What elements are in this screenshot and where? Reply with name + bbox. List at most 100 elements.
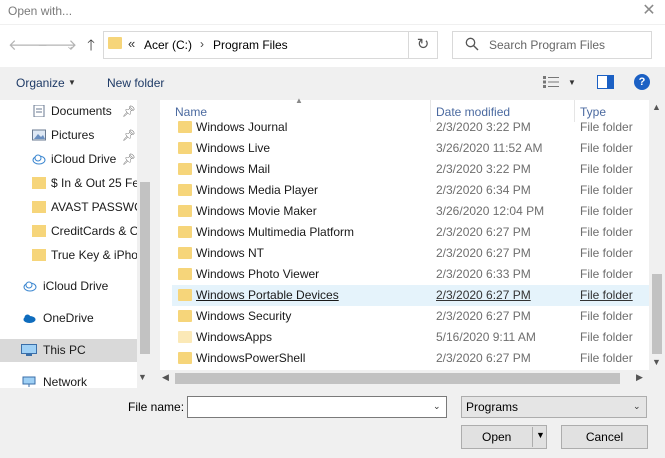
organize-dropdown-icon[interactable]: ▼ (68, 78, 76, 87)
scroll-left-chevron-icon[interactable]: ◀ (162, 372, 169, 383)
file-name: Windows Portable Devices (196, 288, 339, 302)
document-icon (33, 105, 45, 117)
computer-icon (21, 344, 37, 356)
file-date: 3/26/2020 11:52 AM (436, 141, 543, 155)
file-name: WindowsApps (196, 330, 273, 344)
file-name: Windows Live (196, 141, 271, 155)
nav-label: This PC (43, 343, 86, 357)
view-details-icon[interactable] (543, 76, 559, 88)
recent-locations-chevron-down-icon[interactable]: ⌄ (61, 36, 79, 56)
nav-item-true-key[interactable]: True Key & iPho (0, 244, 137, 267)
file-row[interactable]: Windows Journal 2/3/2020 3:22 PM File fo… (172, 117, 649, 138)
file-type-chevron-down-icon[interactable]: ⌄ (633, 401, 641, 412)
file-row-hovered[interactable]: Windows Portable Devices 2/3/2020 6:27 P… (172, 285, 649, 306)
nav-label: Pictures (51, 128, 95, 142)
folder-icon (178, 184, 192, 196)
navigation-pane: Documents 📌︎ Pictures 📌︎ iCloud Drive 📌︎… (0, 100, 153, 388)
file-type: File folder (580, 141, 633, 155)
nav-label: True Key & iPho (51, 248, 137, 262)
address-overflow-chevron[interactable]: « (128, 36, 135, 51)
nav-item-onedrive[interactable]: OneDrive (0, 307, 137, 330)
file-row[interactable]: WindowsPowerShell 2/3/2020 6:27 PM File … (172, 348, 649, 369)
navigation-pane-scroll-thumb[interactable] (140, 182, 150, 354)
nav-item-documents[interactable]: Documents 📌︎ (0, 100, 137, 123)
file-row[interactable]: Windows Mail 2/3/2020 3:22 PM File folde… (172, 159, 649, 180)
folder-icon (178, 205, 192, 217)
file-row[interactable]: WindowsApps 5/16/2020 9:11 AM File folde… (172, 327, 649, 348)
breadcrumb-program-files[interactable]: Program Files (213, 38, 288, 52)
scroll-down-chevron-icon[interactable]: ▼ (138, 372, 147, 382)
preview-pane-icon[interactable] (597, 75, 614, 89)
help-icon[interactable]: ? (634, 74, 650, 90)
nav-label: AVAST PASSWOR (51, 200, 137, 214)
file-row[interactable]: Windows Media Player 2/3/2020 6:34 PM Fi… (172, 180, 649, 201)
search-input[interactable] (489, 35, 649, 55)
file-type: File folder (580, 267, 633, 281)
nav-label: iCloud Drive (51, 152, 117, 166)
sort-ascending-icon: ▲ (295, 96, 303, 105)
scroll-up-chevron-icon[interactable]: ▲ (652, 102, 661, 112)
file-row[interactable]: Windows Multimedia Platform 2/3/2020 6:2… (172, 222, 649, 243)
folder-icon (32, 201, 46, 213)
file-name: Windows Mail (196, 162, 271, 176)
cloud-icon (23, 281, 37, 292)
file-row[interactable]: Windows Live 3/26/2020 11:52 AM File fol… (172, 138, 649, 159)
horizontal-scroll-thumb[interactable] (175, 373, 620, 384)
refresh-icon[interactable]: ↻ (408, 31, 438, 59)
organize-button[interactable]: Organize (16, 76, 65, 90)
file-name-input[interactable] (187, 396, 447, 418)
up-arrow-icon[interactable]: 🡑 (82, 36, 100, 56)
file-row[interactable]: Windows Security 2/3/2020 6:27 PM File f… (172, 306, 649, 327)
vertical-scroll-thumb[interactable] (652, 274, 662, 354)
network-icon (22, 376, 36, 387)
onedrive-icon (23, 314, 36, 323)
nav-item-this-pc[interactable]: This PC (0, 339, 137, 362)
open-options-dropdown-icon[interactable]: ▼ (536, 430, 545, 440)
scroll-right-chevron-icon[interactable]: ▶ (636, 372, 643, 383)
back-icon[interactable]: 🡐 (8, 36, 48, 56)
nav-item-icloud-drive-pinned[interactable]: iCloud Drive 📌︎ (0, 148, 137, 171)
file-row[interactable]: Windows NT 2/3/2020 6:27 PM File folder (172, 243, 649, 264)
file-name: Windows Movie Maker (196, 204, 317, 218)
file-name: Windows Security (196, 309, 292, 323)
file-name: Windows Multimedia Platform (196, 225, 355, 239)
folder-icon (178, 163, 192, 175)
folder-icon (108, 37, 122, 49)
nav-item-avast-passwords[interactable]: AVAST PASSWOR (0, 196, 137, 219)
view-options-dropdown-icon[interactable]: ▼ (568, 78, 576, 87)
open-button-label: Open (482, 430, 512, 444)
file-type: File folder (580, 225, 633, 239)
folder-icon (178, 331, 192, 343)
file-name: Windows Media Player (196, 183, 319, 197)
nav-item-creditcards[interactable]: CreditCards & O (0, 220, 137, 243)
breadcrumb-acer-c[interactable]: Acer (C:) (144, 38, 192, 52)
file-type: File folder (580, 309, 633, 323)
file-name: Windows Journal (196, 120, 288, 134)
file-name-dropdown-chevron-icon[interactable]: ⌄ (433, 401, 441, 412)
file-row[interactable]: Windows Movie Maker 3/26/2020 12:04 PM F… (172, 201, 649, 222)
folder-icon (178, 310, 192, 322)
pin-icon: 📌︎ (122, 106, 136, 118)
breadcrumb-separator[interactable]: › (200, 37, 204, 51)
folder-icon (178, 289, 192, 301)
file-date: 2/3/2020 3:22 PM (436, 120, 531, 134)
nav-item-icloud-drive[interactable]: iCloud Drive (0, 275, 137, 298)
file-date: 2/3/2020 6:34 PM (436, 183, 531, 197)
cancel-button[interactable]: Cancel (561, 425, 648, 449)
search-icon (465, 37, 479, 51)
file-row[interactable]: Windows Photo Viewer 2/3/2020 6:33 PM Fi… (172, 264, 649, 285)
folder-icon (32, 177, 46, 189)
cloud-icon (32, 154, 46, 165)
window-title: Open with... (8, 4, 73, 18)
nav-item-network[interactable]: Network (0, 371, 137, 388)
close-icon[interactable]: ✕ (638, 0, 660, 22)
new-folder-button[interactable]: New folder (107, 76, 164, 90)
scroll-down-chevron-icon[interactable]: ▼ (652, 357, 661, 367)
nav-item-in-out[interactable]: $ In & Out 25 Fe (0, 172, 137, 195)
file-date: 2/3/2020 6:27 PM (436, 351, 531, 365)
forward-icon[interactable]: 🡒 (37, 36, 77, 56)
file-name: Windows Photo Viewer (196, 267, 320, 281)
file-name: Windows NT (196, 246, 265, 260)
file-type: File folder (580, 288, 633, 302)
nav-item-pictures[interactable]: Pictures 📌︎ (0, 124, 137, 147)
